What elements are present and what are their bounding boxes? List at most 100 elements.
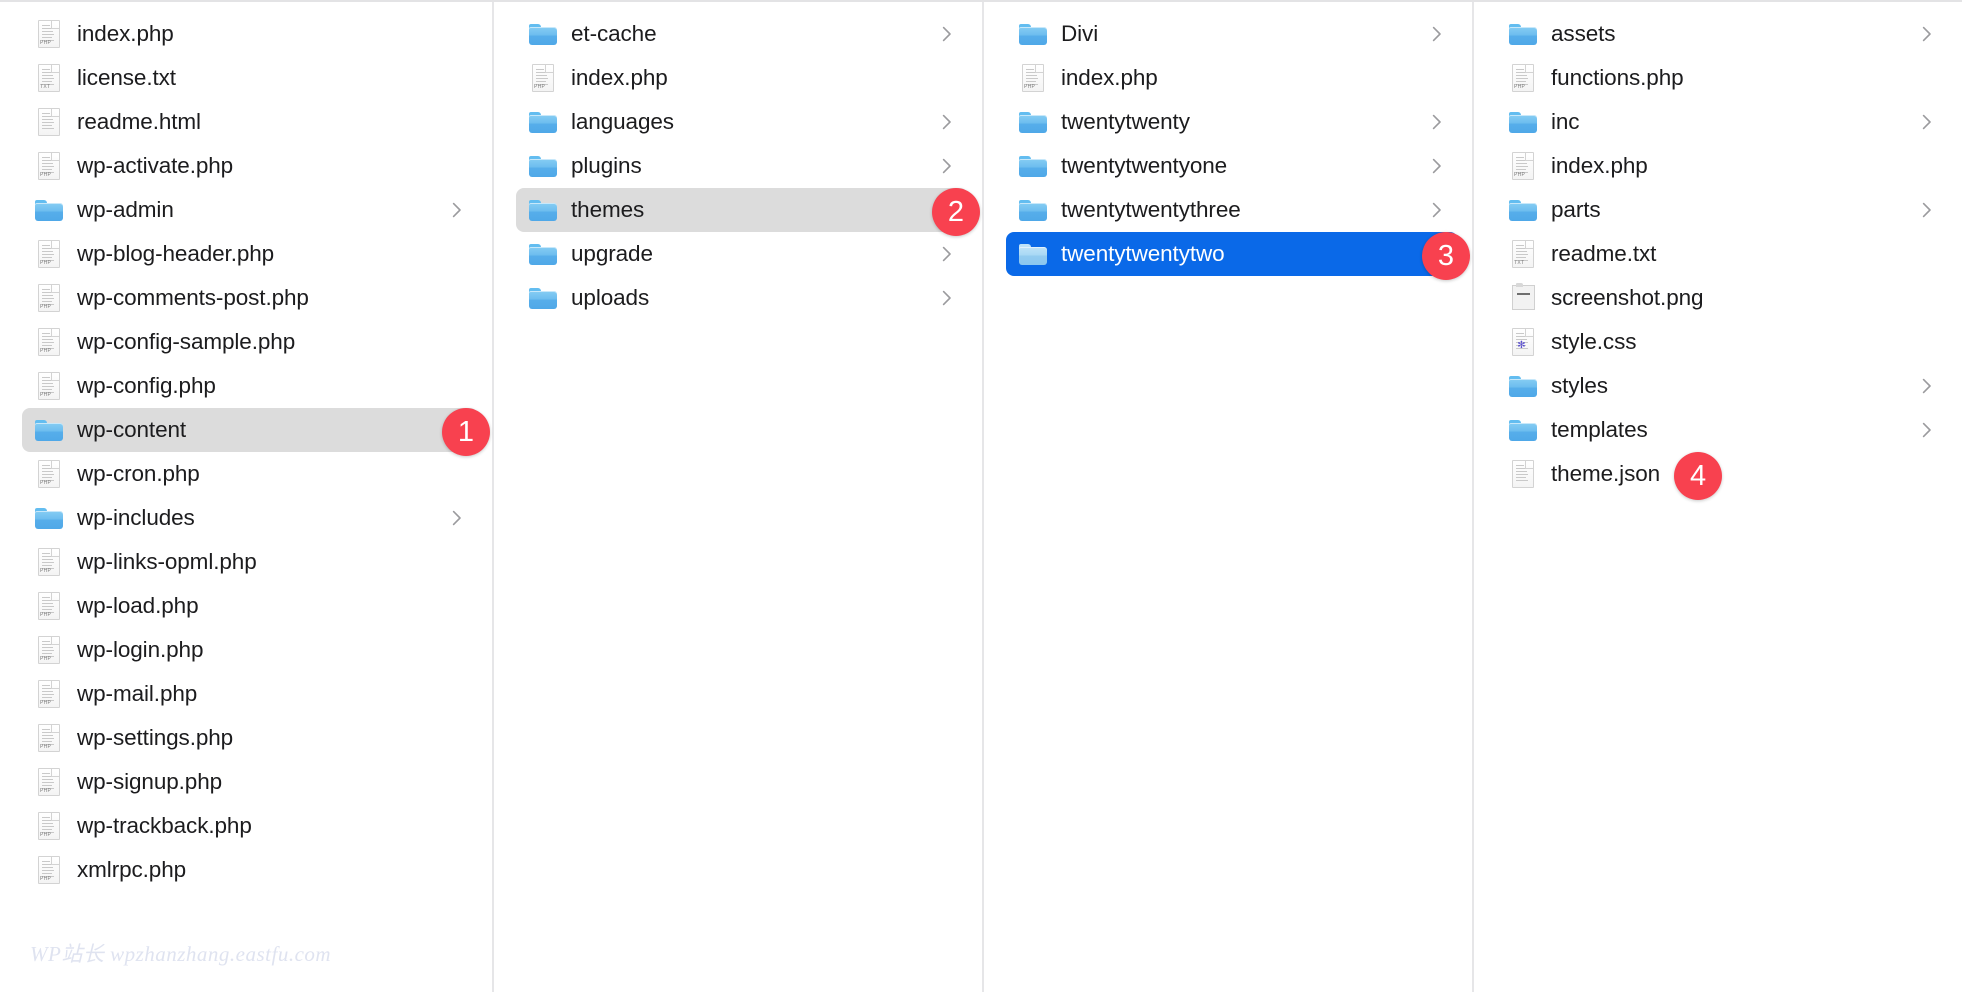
file-row[interactable]: screenshot.png <box>1496 276 1948 320</box>
php-file-icon: PHP <box>34 325 64 359</box>
image-file-icon <box>1508 281 1538 315</box>
folder-icon <box>1508 105 1538 139</box>
php-file-icon: PHP <box>1018 61 1048 95</box>
file-row[interactable]: PHPindex.php <box>1496 144 1948 188</box>
file-row-label: screenshot.png <box>1551 287 1703 310</box>
file-row[interactable]: PHPwp-blog-header.php <box>22 232 478 276</box>
file-row[interactable]: twentytwentytwo <box>1006 232 1458 276</box>
file-row-label: twentytwentythree <box>1061 199 1241 222</box>
folder-icon <box>34 501 64 535</box>
file-row[interactable]: theme.json <box>1496 452 1948 496</box>
file-row[interactable]: wp-content <box>22 408 478 452</box>
folder-icon <box>34 413 64 447</box>
step-badge-2: 2 <box>932 188 980 236</box>
finder-column-wp-content[interactable]: et-cachePHPindex.phplanguagespluginsthem… <box>494 2 984 992</box>
file-row-label: Divi <box>1061 23 1098 46</box>
html-file-icon <box>34 105 64 139</box>
file-row[interactable]: upgrade <box>516 232 968 276</box>
file-row[interactable]: styles <box>1496 364 1948 408</box>
folder-icon <box>528 17 558 51</box>
file-row[interactable]: PHPindex.php <box>516 56 968 100</box>
chevron-right-icon <box>1922 202 1932 218</box>
file-row-label: styles <box>1551 375 1608 398</box>
finder-column-twentytwentytwo[interactable]: assetsPHPfunctions.php inc PHPindex.php par… <box>1474 2 1962 992</box>
file-row-label: wp-config-sample.php <box>77 331 295 354</box>
file-row[interactable]: PHPwp-activate.php <box>22 144 478 188</box>
folder-icon <box>528 149 558 183</box>
file-row[interactable]: ✻style.css <box>1496 320 1948 364</box>
file-row[interactable]: PHP xmlrpc.php <box>22 848 478 892</box>
file-row[interactable]: uploads <box>516 276 968 320</box>
chevron-right-icon <box>1432 26 1442 42</box>
php-file-icon: PHP <box>34 853 64 887</box>
chevron-right-icon <box>1922 26 1932 42</box>
file-row[interactable]: twentytwentyone <box>1006 144 1458 188</box>
file-row-label: xmlrpc.php <box>77 859 186 882</box>
file-row[interactable]: PHPwp-mail.php <box>22 672 478 716</box>
file-row-label: style.css <box>1551 331 1636 354</box>
chevron-right-icon <box>452 510 462 526</box>
file-row[interactable]: inc <box>1496 100 1948 144</box>
chevron-right-icon <box>942 114 952 130</box>
file-row-label: wp-signup.php <box>77 771 222 794</box>
file-row[interactable]: PHPwp-signup.php <box>22 760 478 804</box>
file-row-label: index.php <box>571 67 668 90</box>
php-file-icon: PHP <box>34 281 64 315</box>
file-row[interactable]: templates <box>1496 408 1948 452</box>
file-row-label: wp-mail.php <box>77 683 197 706</box>
document-file-icon <box>1508 457 1538 491</box>
file-row[interactable]: assets <box>1496 12 1948 56</box>
file-row[interactable]: TXTlicense.txt <box>22 56 478 100</box>
file-row-label: wp-blog-header.php <box>77 243 274 266</box>
file-row[interactable]: Divi <box>1006 12 1458 56</box>
finder-column-themes[interactable]: Divi PHP index.php twentytwenty twentytwenty… <box>984 2 1474 992</box>
text-file-icon: TXT <box>34 61 64 95</box>
file-row[interactable]: themes <box>516 188 968 232</box>
chevron-right-icon <box>1922 378 1932 394</box>
file-row[interactable]: et-cache <box>516 12 968 56</box>
file-row[interactable]: PHPindex.php <box>22 12 478 56</box>
file-row[interactable]: PHPfunctions.php <box>1496 56 1948 100</box>
file-row-label: wp-settings.php <box>77 727 233 750</box>
file-row-label: wp-login.php <box>77 639 203 662</box>
file-row-label: wp-cron.php <box>77 463 200 486</box>
file-row-label: inc <box>1551 111 1579 134</box>
file-row-label: templates <box>1551 419 1648 442</box>
file-row[interactable]: PHPwp-trackback.php <box>22 804 478 848</box>
file-row[interactable]: plugins <box>516 144 968 188</box>
file-row-label: functions.php <box>1551 67 1684 90</box>
file-row-label: wp-trackback.php <box>77 815 252 838</box>
file-row[interactable]: PHPwp-links-opml.php <box>22 540 478 584</box>
file-row[interactable]: twentytwenty <box>1006 100 1458 144</box>
file-row[interactable]: twentytwentythree <box>1006 188 1458 232</box>
chevron-right-icon <box>452 202 462 218</box>
file-row[interactable]: TXTreadme.txt <box>1496 232 1948 276</box>
php-file-icon: PHP <box>34 457 64 491</box>
watermark: WP站长 wpzhanzhang.eastfu.com <box>30 938 331 968</box>
file-row[interactable]: parts <box>1496 188 1948 232</box>
file-row[interactable]: wp-includes <box>22 496 478 540</box>
php-file-icon: PHP <box>34 545 64 579</box>
file-row[interactable]: readme.html <box>22 100 478 144</box>
file-row-label: wp-config.php <box>77 375 216 398</box>
file-row-label: index.php <box>1061 67 1158 90</box>
folder-icon <box>1018 193 1048 227</box>
file-row[interactable]: PHP wp-cron.php <box>22 452 478 496</box>
file-row[interactable]: languages <box>516 100 968 144</box>
file-row[interactable]: PHP index.php <box>1006 56 1458 100</box>
text-file-icon: TXT <box>1508 237 1538 271</box>
file-row[interactable]: PHPwp-settings.php <box>22 716 478 760</box>
finder-column-wordpress-root[interactable]: PHPindex.phpTXTlicense.txtreadme.htmlPHP… <box>0 2 494 992</box>
file-row[interactable]: PHPwp-comments-post.php <box>22 276 478 320</box>
file-row-label: twentytwentytwo <box>1061 243 1225 266</box>
file-row[interactable]: PHPwp-config.php <box>22 364 478 408</box>
folder-icon <box>1018 237 1048 271</box>
folder-icon <box>34 193 64 227</box>
file-row[interactable]: wp-admin <box>22 188 478 232</box>
file-row-label: twentytwenty <box>1061 111 1190 134</box>
finder-columns: PHPindex.phpTXTlicense.txtreadme.htmlPHP… <box>0 2 1962 992</box>
file-row[interactable]: PHPwp-load.php <box>22 584 478 628</box>
file-row[interactable]: PHP wp-config-sample.php <box>22 320 478 364</box>
file-row-label: parts <box>1551 199 1601 222</box>
file-row[interactable]: PHPwp-login.php <box>22 628 478 672</box>
